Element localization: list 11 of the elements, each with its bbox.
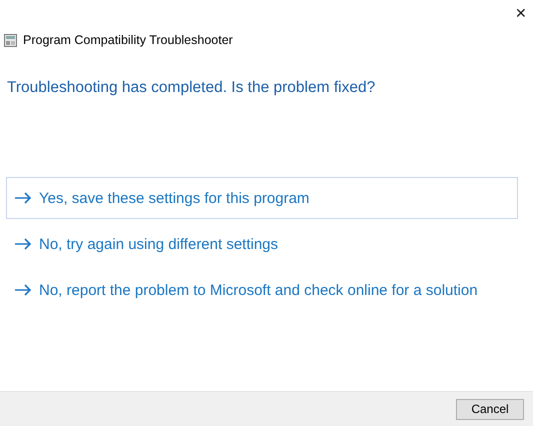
- arrow-icon: [14, 238, 32, 250]
- heading: Troubleshooting has completed. Is the problem fixed?: [6, 78, 376, 98]
- arrow-icon: [14, 284, 32, 296]
- close-button[interactable]: ✕: [515, 0, 533, 28]
- program-icon: [4, 34, 17, 46]
- window-title: Program Compatibility Troubleshooter: [23, 33, 233, 47]
- cancel-button[interactable]: Cancel: [456, 398, 524, 420]
- option-link[interactable]: No, report the problem to Microsoft and check online for a solution: [6, 269, 518, 311]
- option-link[interactable]: Yes, save these settings for this program: [6, 177, 518, 219]
- arrow-icon: [14, 192, 32, 204]
- option-link[interactable]: No, try again using different settings: [6, 223, 518, 265]
